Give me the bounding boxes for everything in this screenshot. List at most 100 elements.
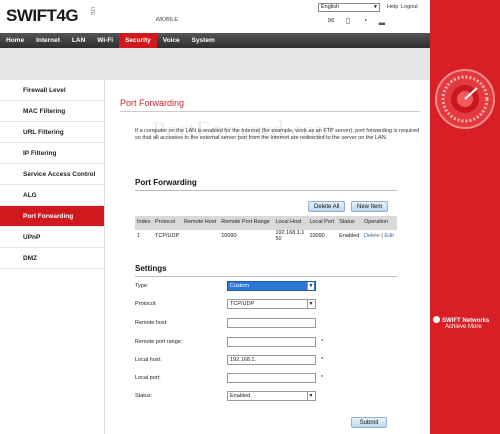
settings-section-title: Settings xyxy=(135,264,167,273)
col-status: Status xyxy=(337,216,362,230)
col-remote-port-range: Remote Port Range xyxy=(219,216,274,230)
col-operation: Operation xyxy=(362,216,397,230)
nav-lan[interactable]: LAN xyxy=(66,33,91,48)
nav-wifi[interactable]: Wi-Fi xyxy=(91,33,119,48)
col-local-host: Local Host xyxy=(273,216,308,230)
cell-operation: Delete | Edit xyxy=(362,230,397,243)
nav-system[interactable]: System xyxy=(186,33,221,48)
local-host-label: Local host: xyxy=(135,357,162,363)
col-index: Index xyxy=(135,216,153,230)
signal-icon: ▂ xyxy=(378,16,386,25)
cell-local-port: 10090 xyxy=(309,232,325,239)
cell-protocol: TCP/UDP xyxy=(155,232,180,239)
swift-networks-brand: SWIFT Networks Achieve More xyxy=(433,316,489,330)
header: SWIFT4G LTE iMOBILE English ▼ Help Logou… xyxy=(0,0,430,33)
remote-host-label: Remote host: xyxy=(135,320,168,326)
nav-internet[interactable]: Internet xyxy=(30,33,66,48)
col-local-port: Local Port xyxy=(307,216,338,230)
title-divider xyxy=(120,111,420,112)
main-content: Port Forwarding PortForward.com If a com… xyxy=(106,80,430,434)
local-host-row: Local host: 192.168.1. * xyxy=(135,355,405,366)
settings-divider xyxy=(135,276,397,277)
port-forwarding-table: Index Protocol Remote Host Remote Port R… xyxy=(135,216,397,243)
speedometer-icon xyxy=(435,69,495,129)
type-row: Type: Custom ▼ xyxy=(135,281,405,292)
language-select[interactable]: English ▼ xyxy=(318,3,380,12)
brand-panel xyxy=(430,0,500,434)
required-mark: * xyxy=(321,357,324,363)
status-row: Status: Enabled ▼ xyxy=(135,391,405,402)
sidebar-item-alg[interactable]: ALG xyxy=(0,185,104,206)
chevron-down-icon: ▼ xyxy=(307,392,314,400)
logo: SWIFT4G LTE xyxy=(6,6,95,26)
header-band xyxy=(0,48,430,80)
local-port-input[interactable] xyxy=(227,373,316,383)
page-description: If a computer on the LAN is enabled for … xyxy=(135,128,420,142)
protocol-select[interactable]: TCP/UDP ▼ xyxy=(227,299,316,309)
wifi-icon: ◔ xyxy=(362,16,368,25)
chevron-down-icon: ▼ xyxy=(307,282,314,290)
type-value: Custom xyxy=(230,283,249,289)
sidebar-item-dmz[interactable]: DMZ xyxy=(0,248,104,269)
sidebar-item-service-access-control[interactable]: Service Access Control xyxy=(0,164,104,185)
sidebar: Firewall Level MAC Filtering URL Filteri… xyxy=(0,80,105,434)
brand-subtitle: iMOBILE xyxy=(156,17,179,23)
local-port-label: Local port: xyxy=(135,375,161,381)
remote-port-input[interactable] xyxy=(227,337,316,347)
sidebar-item-port-forwarding[interactable]: Port Forwarding xyxy=(0,206,104,227)
main-nav: Home Internet LAN Wi-Fi Security Voice S… xyxy=(0,33,430,48)
table-row: 1 TCP/UDP 10090 192.168.1.150 10090 Enab… xyxy=(135,230,397,243)
nav-security[interactable]: Security xyxy=(119,33,157,48)
col-protocol: Protocol xyxy=(153,216,182,230)
status-icons: ✉ ▯ ◔ ▂ xyxy=(326,16,387,26)
sidebar-item-mac-filtering[interactable]: MAC Filtering xyxy=(0,101,104,122)
cell-index: 1 xyxy=(137,232,141,239)
protocol-row: Protocol: TCP/UDP ▼ xyxy=(135,299,405,310)
sidebar-item-upnp[interactable]: UPnP xyxy=(0,227,104,248)
cell-remote-host xyxy=(182,230,219,243)
language-value: English xyxy=(321,4,340,10)
type-select[interactable]: Custom ▼ xyxy=(227,281,316,291)
nav-home[interactable]: Home xyxy=(0,33,30,48)
delete-link[interactable]: Delete xyxy=(364,233,380,239)
swift-logo-icon xyxy=(433,316,440,323)
col-remote-host: Remote Host xyxy=(182,216,220,230)
submit-button[interactable]: Submit xyxy=(351,417,387,428)
remote-port-row: Remote port range: * xyxy=(135,337,405,348)
local-host-input[interactable]: 192.168.1. xyxy=(227,355,316,365)
required-mark: * xyxy=(321,375,324,381)
sidebar-item-ip-filtering[interactable]: IP Filtering xyxy=(0,143,104,164)
logout-link[interactable]: Logout xyxy=(401,4,418,10)
mail-icon: ✉ xyxy=(327,16,335,25)
protocol-value: TCP/UDP xyxy=(230,301,255,307)
brand-line2: Achieve More xyxy=(445,324,482,330)
new-item-button[interactable]: New Item xyxy=(351,201,389,212)
logo-text: SWIFT4G xyxy=(6,6,79,25)
help-link[interactable]: Help xyxy=(387,4,398,10)
nav-voice[interactable]: Voice xyxy=(157,33,186,48)
status-select[interactable]: Enabled ▼ xyxy=(227,391,316,401)
status-value: Enabled xyxy=(230,393,251,399)
local-port-row: Local port: * xyxy=(135,373,405,384)
cell-remote-port-range: 10090 xyxy=(221,232,237,239)
port-forwarding-section-title: Port Forwarding xyxy=(135,178,197,187)
remote-host-input[interactable] xyxy=(227,318,316,328)
edit-link[interactable]: Edit xyxy=(384,233,393,239)
status-label: Status: xyxy=(135,393,153,399)
sidebar-item-firewall-level[interactable]: Firewall Level xyxy=(0,80,104,101)
remote-host-row: Remote host: xyxy=(135,318,405,329)
cell-status: Enabled xyxy=(339,232,360,239)
protocol-label: Protocol: xyxy=(135,301,157,307)
table-header-row: Index Protocol Remote Host Remote Port R… xyxy=(135,216,397,230)
section-divider xyxy=(135,190,397,191)
delete-all-button[interactable]: Delete All xyxy=(308,201,346,212)
type-label: Type: xyxy=(135,283,149,289)
sidebar-item-url-filtering[interactable]: URL Filtering xyxy=(0,122,104,143)
chevron-down-icon: ▼ xyxy=(307,300,314,308)
required-mark: * xyxy=(321,339,324,345)
chevron-down-icon: ▼ xyxy=(373,4,378,10)
sim-icon: ▯ xyxy=(345,16,351,25)
page-title: Port Forwarding xyxy=(120,98,185,108)
remote-port-label: Remote port range: xyxy=(135,339,183,345)
logo-lte: LTE xyxy=(89,7,95,15)
